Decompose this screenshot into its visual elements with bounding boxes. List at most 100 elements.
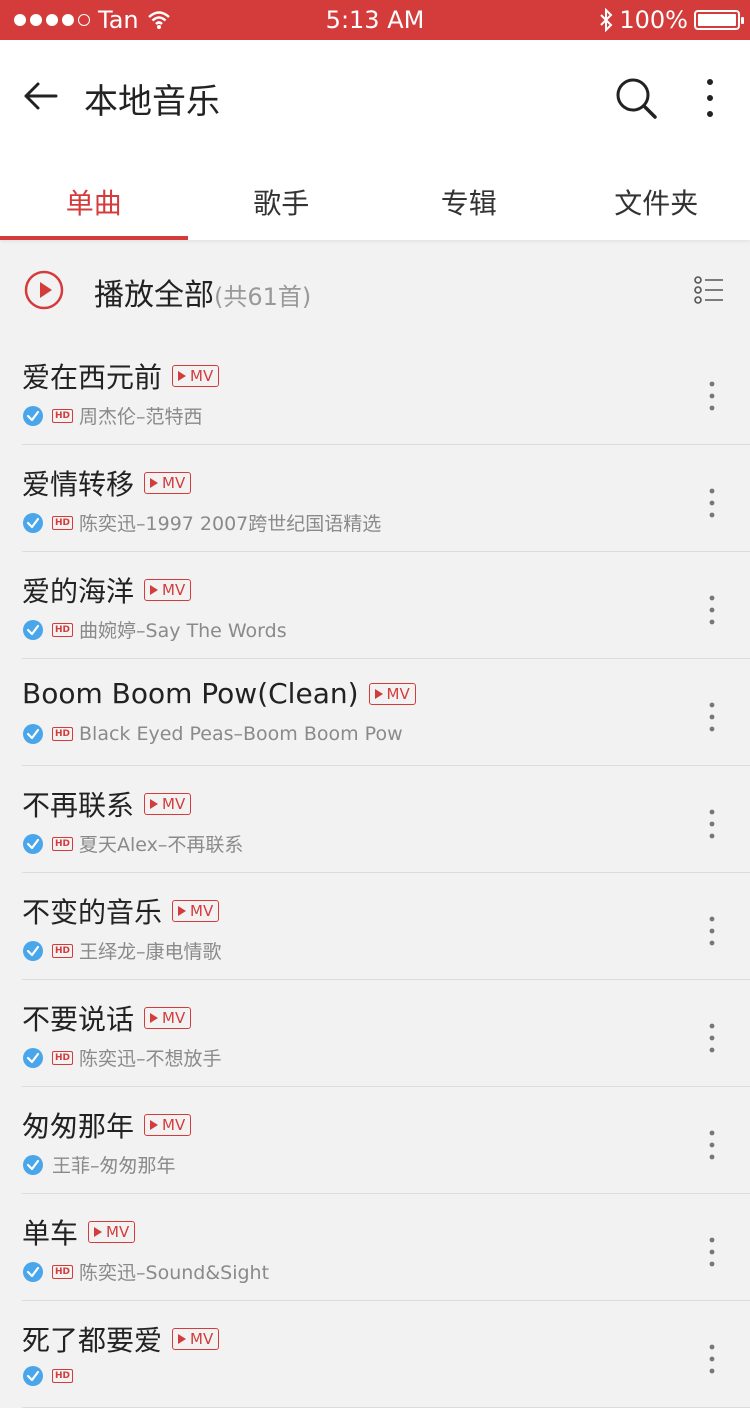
more-vertical-icon[interactable]: [702, 1341, 722, 1377]
song-row[interactable]: 不要说话 MV HD 陈奕迅–不想放手: [0, 980, 750, 1087]
song-row[interactable]: 爱的海洋 MV HD 曲婉婷–Say The Words: [0, 552, 750, 659]
song-title: 匆匆那年: [22, 1105, 134, 1145]
more-vertical-icon[interactable]: [702, 485, 722, 521]
song-subtitle-wrap: HD: [22, 1365, 79, 1387]
song-row[interactable]: 不再联系MV HD 夏天Alex–不再联系: [0, 766, 750, 873]
status-bar: Tan 5:13 AM 100%: [0, 0, 750, 40]
more-vertical-icon[interactable]: [702, 592, 722, 628]
battery-percent: 100%: [619, 6, 688, 34]
tab-folders[interactable]: 文件夹: [563, 180, 750, 240]
play-triangle-icon: [178, 906, 186, 916]
more-vertical-icon[interactable]: [702, 1127, 722, 1163]
play-triangle-icon: [150, 478, 158, 488]
song-title: 爱情转移: [22, 463, 134, 503]
song-subtitle-wrap: 王菲–匆匆那年: [22, 1151, 176, 1178]
song-row[interactable]: 爱情转移 MV HD 陈奕迅–1997 2007跨世纪国语精选: [0, 445, 750, 552]
more-vertical-icon[interactable]: [702, 913, 722, 949]
song-subtitle-wrap: HD Black Eyed Peas–Boom Boom Pow: [22, 723, 403, 745]
downloaded-check-icon: [22, 1154, 44, 1176]
song-title-wrap: 单车 MV: [22, 1212, 135, 1252]
more-vertical-icon[interactable]: [702, 378, 722, 414]
song-artist-album: 王绎龙–康电情歌: [79, 937, 222, 964]
song-artist-album: Black Eyed Peas–Boom Boom Pow: [79, 723, 403, 745]
mv-badge[interactable]: MV: [369, 683, 416, 705]
song-row[interactable]: Boom Boom Pow(Clean) MV HD Black Eyed Pea…: [0, 659, 750, 766]
song-title-wrap: 不变的音乐MV: [22, 891, 219, 931]
song-row[interactable]: 爱在西元前 MV HD 周杰伦–范特西: [0, 338, 750, 445]
song-subtitle-wrap: HD 夏天Alex–不再联系: [22, 830, 243, 857]
play-triangle-icon: [150, 1120, 158, 1130]
song-artist-album: 陈奕迅–Sound&Sight: [79, 1258, 269, 1285]
mv-label: MV: [162, 1009, 185, 1027]
play-all-count: (共61首): [214, 283, 311, 311]
wifi-icon: [147, 10, 171, 30]
tab-artists[interactable]: 歌手: [188, 180, 376, 240]
mv-label: MV: [162, 795, 185, 813]
downloaded-check-icon: [22, 619, 44, 641]
mv-badge[interactable]: MV: [144, 472, 191, 494]
status-right: 100%: [599, 6, 740, 34]
song-row[interactable]: 单车MV HD 陈奕迅–Sound&Sight: [0, 1194, 750, 1301]
play-circle-icon[interactable]: [24, 270, 64, 310]
song-subtitle-wrap: HD 曲婉婷–Say The Words: [22, 616, 287, 643]
song-row[interactable]: 匆匆那年 MV 王菲–匆匆那年: [0, 1087, 750, 1194]
hd-badge: HD: [52, 516, 73, 530]
mv-badge[interactable]: MV: [144, 1007, 191, 1029]
bluetooth-icon: [599, 8, 613, 32]
play-triangle-icon: [375, 689, 383, 699]
mv-badge[interactable]: MV: [172, 900, 219, 922]
song-title-wrap: 不再联系MV: [22, 784, 191, 824]
tab-songs[interactable]: 单曲: [0, 180, 188, 240]
song-title: 单车: [22, 1212, 78, 1252]
hd-badge: HD: [52, 409, 73, 423]
more-vertical-icon[interactable]: [702, 806, 722, 842]
multi-select-list-icon[interactable]: [694, 276, 724, 304]
tab-albums[interactable]: 专辑: [375, 180, 563, 240]
song-title: 不要说话: [22, 998, 134, 1038]
more-vertical-icon[interactable]: [702, 1020, 722, 1056]
mv-badge[interactable]: MV: [88, 1221, 135, 1243]
song-row[interactable]: 不变的音乐MV HD 王绎龙–康电情歌: [0, 873, 750, 980]
song-title: 死了都要爱: [22, 1319, 162, 1359]
hd-badge: HD: [52, 837, 73, 851]
downloaded-check-icon: [22, 940, 44, 962]
back-arrow-icon[interactable]: [20, 76, 60, 116]
downloaded-check-icon: [22, 723, 44, 745]
mv-badge[interactable]: MV: [172, 365, 219, 387]
song-title-wrap: 爱在西元前 MV: [22, 356, 219, 396]
hd-badge: HD: [52, 727, 73, 741]
song-artist-album: 周杰伦–范特西: [79, 402, 203, 429]
song-title-wrap: Boom Boom Pow(Clean) MV: [22, 677, 416, 710]
song-row[interactable]: 死了都要爱 MV HD: [0, 1301, 750, 1408]
mv-badge[interactable]: MV: [172, 1328, 219, 1350]
mv-badge[interactable]: MV: [144, 793, 191, 815]
downloaded-check-icon: [22, 1365, 44, 1387]
mv-label: MV: [190, 1330, 213, 1348]
song-title: 爱在西元前: [22, 356, 162, 396]
mv-badge[interactable]: MV: [144, 1114, 191, 1136]
song-subtitle-wrap: HD 周杰伦–范特西: [22, 402, 203, 429]
song-title: Boom Boom Pow(Clean): [22, 677, 359, 710]
song-title-wrap: 匆匆那年 MV: [22, 1105, 191, 1145]
mv-label: MV: [162, 581, 185, 599]
search-icon[interactable]: [614, 76, 658, 120]
battery-icon: [694, 10, 740, 30]
downloaded-check-icon: [22, 405, 44, 427]
song-subtitle-wrap: HD 王绎龙–康电情歌: [22, 937, 222, 964]
play-all-label: 播放全部(共61首): [94, 270, 311, 314]
song-title-wrap: 爱情转移 MV: [22, 463, 191, 503]
app-bar: 本地音乐 单曲 歌手 专辑 文件夹: [0, 40, 750, 240]
mv-badge[interactable]: MV: [144, 579, 191, 601]
more-vertical-icon[interactable]: [702, 699, 722, 735]
song-subtitle-wrap: HD 陈奕迅–不想放手: [22, 1044, 222, 1071]
mv-label: MV: [387, 685, 410, 703]
song-title: 爱的海洋: [22, 570, 134, 610]
song-artist-album: 曲婉婷–Say The Words: [79, 616, 287, 643]
play-all-row[interactable]: 播放全部(共61首): [0, 240, 750, 340]
downloaded-check-icon: [22, 1047, 44, 1069]
page-title: 本地音乐: [84, 74, 220, 123]
song-list: 爱在西元前 MV HD 周杰伦–范特西 爱情转移 MV HD 陈奕迅–1997 20…: [0, 338, 750, 1408]
more-vertical-icon[interactable]: [702, 1234, 722, 1270]
song-subtitle-wrap: HD 陈奕迅–1997 2007跨世纪国语精选: [22, 509, 381, 536]
more-vertical-icon[interactable]: [696, 76, 724, 120]
